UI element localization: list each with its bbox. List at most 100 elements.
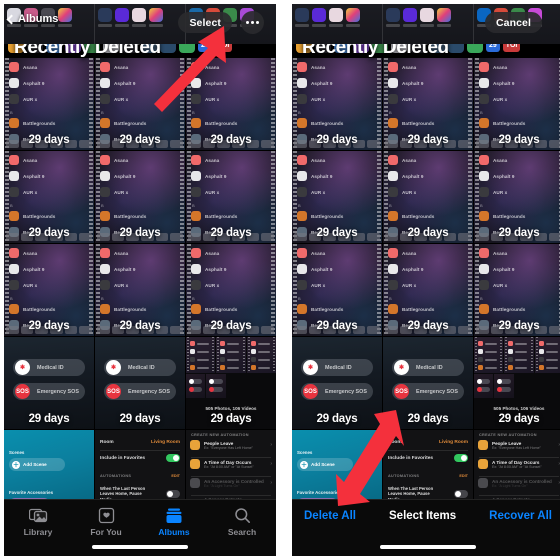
photo-grid-cell[interactable]: Asana Asphalt 9 AUR x B Battlegrounds Bedsim 2… bbox=[95, 151, 185, 243]
photo-grid-cell[interactable]: Asana Asphalt 9 AUR x B Battlegrounds Bedsim 2… bbox=[4, 58, 94, 150]
photo-grid-cell[interactable]: Asana Asphalt 9 AUR x B Battlegrounds Bedsim 2… bbox=[95, 58, 185, 150]
app-name: Asphalt 9 bbox=[23, 173, 45, 179]
tab-for-you[interactable]: For You bbox=[72, 506, 140, 537]
app-icon bbox=[437, 8, 451, 27]
photo-grid-cell[interactable]: ✱ Medical ID SOS Emergency SOS 29 days bbox=[4, 337, 94, 429]
automation-toggle[interactable] bbox=[454, 489, 468, 498]
automation-text: People Leave Ex: "Everyone Has Left Home" bbox=[492, 441, 541, 450]
mini-app-row bbox=[478, 349, 497, 354]
cancel-button[interactable]: Cancel bbox=[484, 12, 542, 33]
app-row: AUR x bbox=[388, 94, 468, 104]
favorites-toggle[interactable] bbox=[454, 454, 468, 462]
recover-all-button[interactable]: Recover All bbox=[489, 510, 552, 522]
edit-button[interactable]: EDIT bbox=[171, 474, 180, 478]
app-row: Battlegrounds bbox=[9, 211, 89, 221]
app-name: Asphalt 9 bbox=[493, 173, 515, 179]
photo-grid-cell[interactable]: Asana Asphalt 9 AUR x B Battlegrounds Bedsim 2… bbox=[383, 58, 473, 150]
photo-grid-cell[interactable]: ✱ Medical ID SOS Emergency SOS 29 days bbox=[292, 337, 382, 429]
app-row: Asphalt 9 bbox=[100, 171, 180, 181]
app-icon bbox=[508, 365, 514, 370]
mini-slider bbox=[209, 379, 223, 384]
photo-grid-cell[interactable]: ✱ Medical ID SOS Emergency SOS 29 days bbox=[95, 337, 185, 429]
photo-grid-cell[interactable]: Asana Asphalt 9 AUR x B Battlegrounds Bedsim 2… bbox=[95, 244, 185, 336]
chevron-left-icon bbox=[6, 14, 17, 24]
photo-grid-cell[interactable]: Asana Asphalt 9 AUR x B Battlegrounds Bedsim 2… bbox=[186, 58, 276, 150]
app-icon bbox=[9, 264, 19, 274]
mini-slider bbox=[477, 387, 491, 392]
select-button[interactable]: Select bbox=[178, 12, 232, 33]
photo-grid-cell[interactable]: Asana Asphalt 9 AUR x B Battlegrounds Bedsim 2… bbox=[474, 244, 560, 336]
back-button-albums[interactable]: Albums bbox=[6, 13, 58, 25]
days-remaining-label: 29 days bbox=[407, 413, 449, 425]
app-row: AUR x bbox=[191, 187, 271, 197]
app-name: AUR x bbox=[205, 189, 220, 195]
tab-library[interactable]: Library bbox=[4, 506, 72, 537]
photo-grid-cell[interactable]: Asana Asphalt 9 AUR x B Battlegrounds Bedsim 2… bbox=[383, 244, 473, 336]
photo-grid-cell[interactable]: Asana Asphalt 9 AUR x B Battlegrounds Bedsim 2… bbox=[474, 151, 560, 243]
app-row: Asana bbox=[297, 62, 377, 72]
edit-button[interactable]: EDIT bbox=[459, 474, 468, 478]
app-icon bbox=[508, 341, 514, 346]
days-remaining-label: 29 days bbox=[119, 413, 161, 425]
more-options-button[interactable] bbox=[241, 11, 264, 34]
photo-grid-cell[interactable]: Asana Asphalt 9 AUR x B Battlegrounds Bedsim 2… bbox=[292, 151, 382, 243]
mini-photo bbox=[216, 337, 246, 373]
automation-text: A Time of Day Occurs Ex: "At 8:00 AM" or … bbox=[204, 460, 254, 469]
medical-slider: SOS Emergency SOS bbox=[301, 383, 373, 400]
app-icon bbox=[478, 341, 483, 346]
photo-grid-cell[interactable]: Asana Asphalt 9 AUR x B Battlegrounds Bedsim 2… bbox=[4, 151, 94, 243]
app-name: Asana bbox=[23, 157, 38, 163]
app-name: Asana bbox=[493, 64, 508, 70]
add-scene-label: Add Scene bbox=[311, 462, 335, 467]
automation-text: An Accessory is Controlled Ex: "A Light T… bbox=[492, 479, 552, 488]
photo-grid-cell[interactable]: Asana Asphalt 9 AUR x B Battlegrounds Bedsim 2… bbox=[186, 244, 276, 336]
automation-list-item[interactable]: A Time of Day Occurs Ex: "At 8:00 AM" or … bbox=[478, 459, 560, 469]
slider-label: Emergency SOS bbox=[416, 388, 458, 395]
app-icon bbox=[479, 187, 489, 197]
days-remaining-label: 29 days bbox=[498, 227, 540, 239]
photo-grid-cell[interactable]: Asana Asphalt 9 AUR x B Battlegrounds Bedsim 2… bbox=[474, 58, 560, 150]
photo-grid-cell[interactable]: 505 Photos, 106 Videos 29 days bbox=[186, 337, 276, 429]
photo-grid-cell[interactable]: Asana Asphalt 9 AUR x B Battlegrounds Bedsim 2… bbox=[4, 244, 94, 336]
automation-list-item[interactable]: A Time of Day Occurs Ex: "At 8:00 AM" or … bbox=[190, 459, 272, 469]
automation-toggle[interactable] bbox=[166, 489, 180, 498]
photo-grid-left[interactable]: Asana Asphalt 9 AUR x B Battlegrounds Bedsim 2… bbox=[4, 58, 276, 556]
select-items-label: Select Items bbox=[389, 510, 457, 522]
app-row: Asana bbox=[191, 62, 271, 72]
tab-label: For You bbox=[90, 527, 122, 537]
app-icon bbox=[190, 365, 195, 370]
tab-search[interactable]: Search bbox=[208, 506, 276, 537]
app-icon bbox=[388, 248, 398, 258]
photo-grid-cell[interactable]: Asana Asphalt 9 AUR x B Battlegrounds Bedsim 2… bbox=[292, 58, 382, 150]
automation-list-item[interactable]: People Leave Ex: "Everyone Has Left Home"… bbox=[190, 440, 272, 450]
app-row: Asana bbox=[388, 62, 468, 72]
automation-list-item[interactable]: An Accessory is Controlled Ex: "A Light T… bbox=[190, 478, 272, 488]
automation-list-item[interactable]: People Leave Ex: "Everyone Has Left Home"… bbox=[478, 440, 560, 450]
app-name-line bbox=[545, 350, 558, 353]
photo-grid-cell[interactable]: ✱ Medical ID SOS Emergency SOS 29 days bbox=[383, 337, 473, 429]
chevron-right-icon: › bbox=[270, 461, 272, 467]
automation-subtitle: Ex: "At 8:00 AM" or "At Sunset" bbox=[492, 464, 542, 469]
delete-all-button[interactable]: Delete All bbox=[304, 510, 356, 522]
photo-grid-cell[interactable]: Asana Asphalt 9 AUR x B Battlegrounds Bedsim 2… bbox=[292, 244, 382, 336]
app-name-line bbox=[227, 358, 240, 361]
app-icon bbox=[297, 264, 307, 274]
automation-list-item[interactable]: An Accessory is Controlled Ex: "A Light T… bbox=[478, 478, 560, 488]
app-row: AUR x bbox=[191, 94, 271, 104]
tab-albums[interactable]: Albums bbox=[140, 506, 208, 537]
photo-grid-cell[interactable]: Asana Asphalt 9 AUR x B Battlegrounds Bedsim 2… bbox=[186, 151, 276, 243]
mini-photo-grid-row2 bbox=[186, 374, 246, 398]
app-name-line bbox=[197, 358, 209, 361]
mini-app-row bbox=[190, 341, 209, 346]
app-icon bbox=[479, 171, 489, 181]
app-name: Asana bbox=[114, 64, 129, 70]
days-remaining-label: 29 days bbox=[407, 134, 449, 146]
photo-grid-cell[interactable]: Asana Asphalt 9 AUR x B Battlegrounds Bedsim 2… bbox=[383, 151, 473, 243]
photo-grid-right[interactable]: Asana Asphalt 9 AUR x B Battlegrounds Bedsim 2… bbox=[292, 58, 560, 556]
favorites-toggle[interactable] bbox=[166, 454, 180, 462]
app-row: AUR x bbox=[479, 187, 559, 197]
photo-grid-cell[interactable]: 505 Photos, 106 Videos 29 days bbox=[474, 337, 560, 429]
app-icon bbox=[420, 8, 434, 27]
automation-text: People Leave Ex: "Everyone Has Left Home" bbox=[204, 441, 253, 450]
film-rail bbox=[187, 337, 189, 373]
